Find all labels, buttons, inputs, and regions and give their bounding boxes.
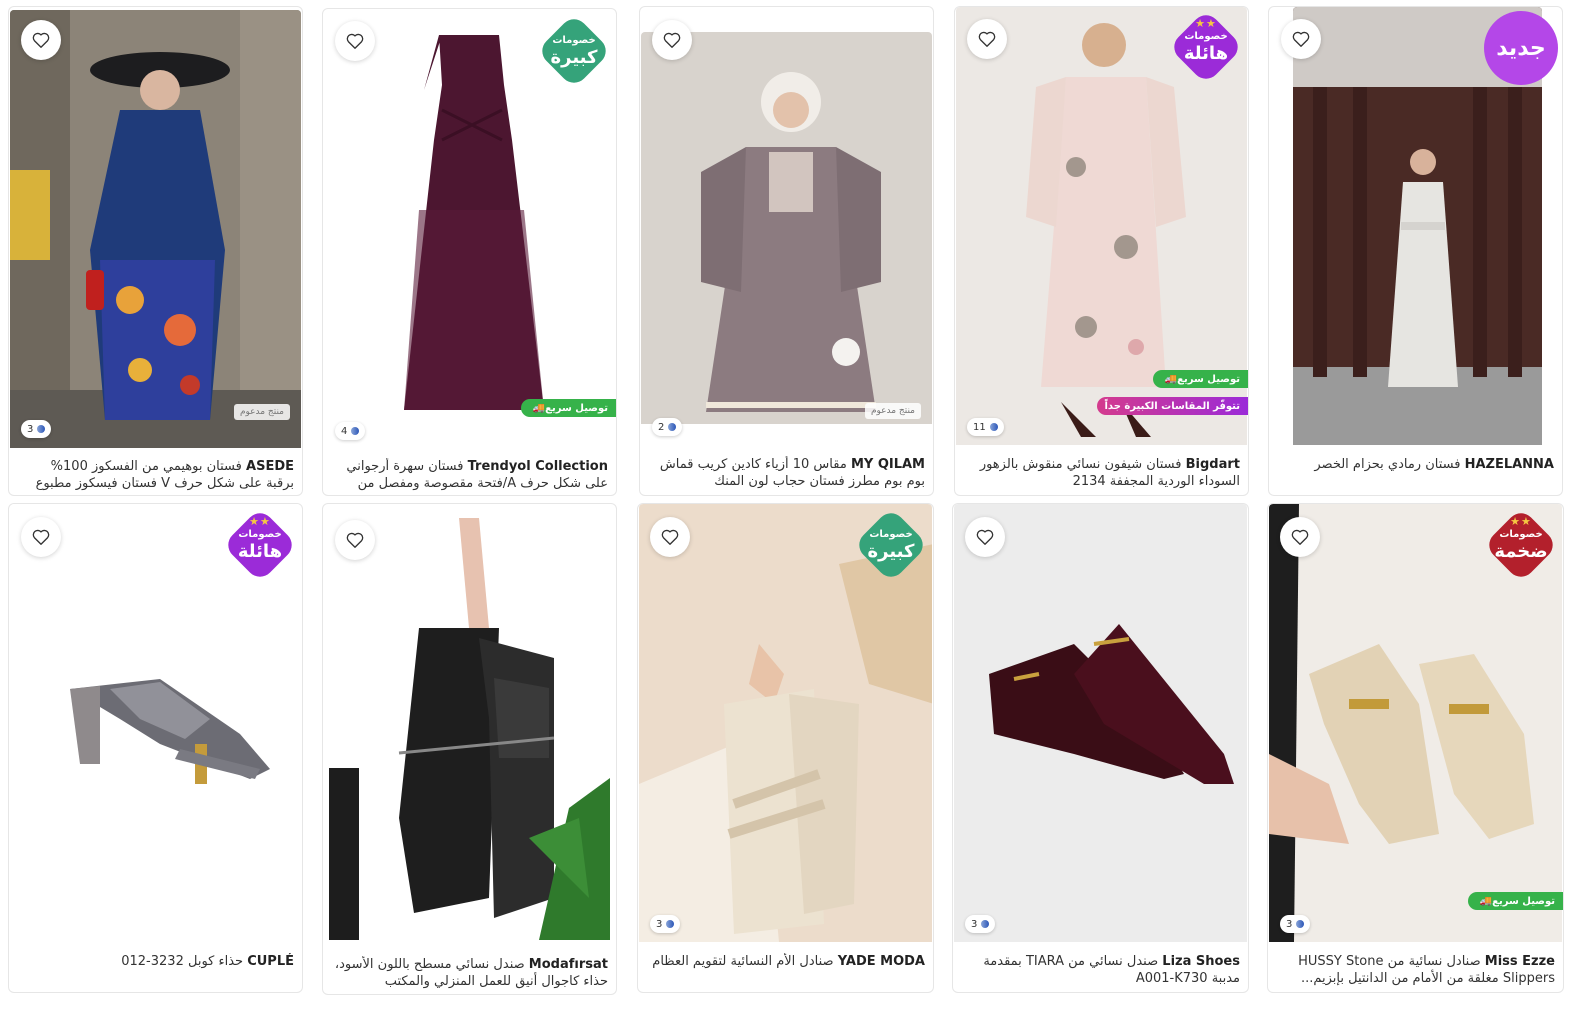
product-card-missezze[interactable]: ★★ خصومات ضخمة 🚚 توصيل سريع 3 Miss Ezze … [1267, 503, 1564, 993]
product-name: حذاء كوبل 3232-012 [121, 954, 244, 969]
sponsored-label: منتج مدعوم [233, 404, 290, 420]
product-title[interactable]: Miss Ezze صنادل نسائية من HUSSY Stone Sl… [1278, 953, 1555, 989]
product-title[interactable]: Bigdart فستان شيفون نسائي منقوش بالزهور … [965, 456, 1240, 492]
heart-outline-icon [32, 32, 50, 48]
product-brand: Trendyol Collection [467, 459, 608, 474]
product-name: فستان رمادي بحزام الخصر [1314, 457, 1461, 472]
plus-size-tag: تتوفّر المقاسات الكبيرة جداً [1096, 397, 1248, 415]
product-brand: Miss Ezze [1484, 954, 1555, 969]
fast-delivery-tag: 🚚 توصيل سريع [520, 399, 616, 417]
color-swatch-icon [37, 425, 46, 433]
heart-outline-icon [976, 529, 994, 545]
product-brand: YADE MODA [837, 954, 925, 969]
heart-outline-icon [346, 532, 364, 548]
product-image[interactable] [10, 10, 301, 448]
color-count-badge: 3 [965, 915, 996, 933]
color-count-badge: 3 [1280, 915, 1311, 933]
product-name: صنادل الأم النسائية لتقويم العظام [652, 954, 834, 969]
product-brand: ASEDE [246, 459, 294, 474]
product-card-modafirsat[interactable]: Modafırsat صندل نسائي مسطح باللون الأسود… [322, 503, 617, 995]
truck-icon: 🚚 [532, 402, 546, 414]
heart-outline-icon [32, 529, 50, 545]
discount-badge: خصومات كبيرة [853, 507, 929, 583]
product-brand: MY QILAM [850, 457, 925, 472]
discount-badge: خصومات كبيرة [536, 13, 612, 89]
color-swatch-icon [666, 920, 675, 928]
product-brand: Liza Shoes [1162, 954, 1240, 969]
truck-icon: 🚚 [1479, 895, 1493, 907]
product-brand: HAZELANNA [1464, 457, 1554, 472]
product-card-trendyol[interactable]: خصومات كبيرة 🚚 توصيل سريع 4 Trendyol Col… [322, 8, 617, 496]
product-title[interactable]: YADE MODA صنادل الأم النسائية لتقويم الع… [648, 953, 925, 973]
product-brand: Bigdart [1185, 457, 1240, 472]
color-count-badge: 4 [335, 422, 366, 440]
discount-badge: ★★ خصومات هائلة [1168, 9, 1244, 85]
product-title[interactable]: Liza Shoes صندل نسائي من TIARA بمقدمة مد… [963, 953, 1240, 989]
color-count-badge: 3 [21, 420, 52, 438]
color-swatch-icon [981, 920, 990, 928]
product-title[interactable]: MY QILAM مقاس 10 أزياء كادين كريب قماش ب… [650, 456, 925, 492]
favorite-button[interactable] [335, 520, 375, 560]
product-card-myqilam[interactable]: منتج مدعوم 2 MY QILAM مقاس 10 أزياء كادي… [639, 6, 934, 496]
product-card-lizashoes[interactable]: 3 Liza Shoes صندل نسائي من TIARA بمقدمة … [952, 503, 1249, 993]
color-count-badge: 2 [652, 418, 683, 436]
heart-outline-icon [978, 31, 996, 47]
heart-outline-icon [1292, 31, 1310, 47]
favorite-button[interactable] [1281, 19, 1321, 59]
color-swatch-icon [668, 423, 677, 431]
favorite-button[interactable] [967, 19, 1007, 59]
product-card-asede[interactable]: 3 منتج مدعوم ASEDE فستان بوهيمي من الفسك… [8, 6, 303, 496]
favorite-button[interactable] [965, 517, 1005, 557]
discount-badge: ★★ خصومات ضخمة [1483, 507, 1559, 583]
heart-outline-icon [663, 32, 681, 48]
heart-outline-icon [346, 33, 364, 49]
stars-icon: ★★ [1195, 17, 1217, 30]
product-brand: Modafırsat [528, 957, 608, 972]
product-card-yademoda[interactable]: خصومات كبيرة 3 YADE MODA صنادل الأم النس… [637, 503, 934, 993]
product-title[interactable]: ASEDE فستان بوهيمي من الفسكوز 100% برقبة… [19, 458, 294, 494]
product-image[interactable] [329, 518, 610, 940]
product-card-cuple[interactable]: ★★ خصومات هائلة CUPLÉ حذاء كوبل 3232-012 [8, 503, 303, 993]
favorite-button[interactable] [335, 21, 375, 61]
product-grid: 3 منتج مدعوم ASEDE فستان بوهيمي من الفسك… [8, 6, 1586, 1016]
color-swatch-icon [351, 427, 360, 435]
favorite-button[interactable] [652, 20, 692, 60]
favorite-button[interactable] [21, 517, 61, 557]
color-count-badge: 11 [967, 418, 1004, 436]
color-swatch-icon [989, 423, 998, 431]
product-image[interactable] [954, 504, 1247, 942]
product-card-hazelanna[interactable]: جديد HAZELANNA فستان رمادي بحزام الخصر [1268, 6, 1563, 496]
product-card-bigdart[interactable]: ★★ خصومات هائلة 🚚 توصيل سريع تتوفّر المق… [954, 6, 1249, 496]
product-image[interactable] [641, 32, 932, 424]
product-title[interactable]: HAZELANNA فستان رمادي بحزام الخصر [1279, 456, 1554, 476]
truck-icon: 🚚 [1164, 373, 1178, 385]
fast-delivery-tag: 🚚 توصيل سريع [1152, 370, 1248, 388]
color-swatch-icon [1296, 920, 1305, 928]
heart-outline-icon [661, 529, 679, 545]
favorite-button[interactable] [1280, 517, 1320, 557]
sponsored-label: منتج مدعوم [864, 403, 921, 419]
fast-delivery-tag: 🚚 توصيل سريع [1467, 892, 1563, 910]
discount-badge: ★★ خصومات هائلة [222, 507, 298, 583]
product-title[interactable]: Modafırsat صندل نسائي مسطح باللون الأسود… [333, 956, 608, 992]
heart-outline-icon [1291, 529, 1309, 545]
new-badge: جديد [1484, 11, 1558, 85]
product-brand: CUPLÉ [247, 954, 294, 969]
color-count-badge: 3 [650, 915, 681, 933]
favorite-button[interactable] [650, 517, 690, 557]
product-title[interactable]: CUPLÉ حذاء كوبل 3232-012 [19, 953, 294, 973]
stars-icon: ★★ [1510, 515, 1532, 528]
favorite-button[interactable] [21, 20, 61, 60]
stars-icon: ★★ [249, 515, 271, 528]
product-title[interactable]: Trendyol Collection فستان سهرة أرجواني ع… [333, 458, 608, 494]
